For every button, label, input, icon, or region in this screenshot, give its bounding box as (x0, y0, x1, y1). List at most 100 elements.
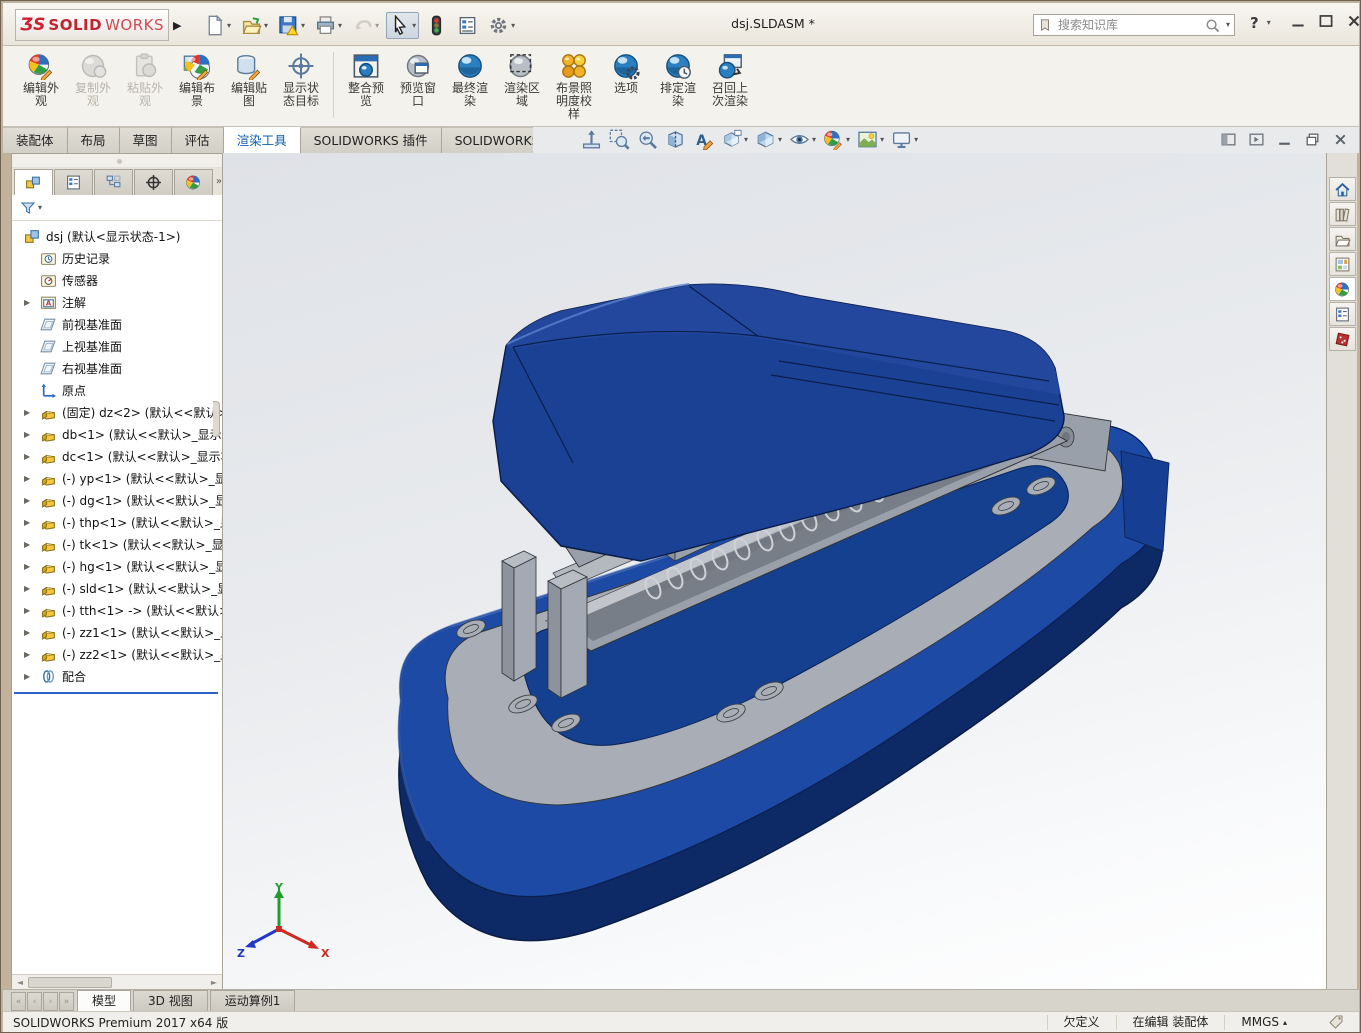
panel-horizontal-scrollbar[interactable]: ◄ ► (12, 974, 222, 990)
appearances-tab[interactable] (1329, 277, 1356, 301)
expander-icon[interactable]: ▶ (24, 518, 40, 527)
expander-icon[interactable]: ▶ (24, 628, 40, 637)
undo-button[interactable]: ▾ (349, 12, 382, 39)
pt-dimxpert-tab[interactable] (134, 169, 173, 195)
help-menu[interactable]: ? ▾ (1246, 14, 1271, 32)
print-button[interactable]: ▾ (312, 12, 345, 39)
undo-caret-icon[interactable]: ▾ (375, 22, 379, 30)
expander-icon[interactable]: ▶ (24, 584, 40, 593)
gear-caret-icon[interactable]: ▾ (511, 22, 515, 30)
expander-icon[interactable]: ▶ (24, 496, 40, 505)
pt-props-tab[interactable] (54, 169, 93, 195)
tree-item[interactable]: ▶(-) zz1<1> (默认<<默认>_显示状态-1>) (12, 621, 222, 643)
maximize-button[interactable] (1317, 12, 1335, 30)
search-icon[interactable] (1205, 18, 1220, 33)
tree-item[interactable]: 前视基准面 (12, 313, 222, 335)
help-icon[interactable]: ? (1246, 14, 1263, 32)
expander-icon[interactable]: ▶ (24, 408, 40, 417)
pt-display-tab[interactable] (174, 169, 213, 195)
tree-item[interactable]: ▶(固定) dz<2> (默认<<默认>_显示状态-1>) (12, 401, 222, 423)
panel-splitter-handle[interactable] (213, 401, 220, 437)
prop-list-button[interactable] (454, 12, 481, 39)
open-folder-caret-icon[interactable]: ▾ (264, 22, 268, 30)
tree-item[interactable]: 历史记录 (12, 247, 222, 269)
doc-tab-nav-1[interactable]: ‹ (27, 992, 42, 1011)
tab-渲染工具[interactable]: 渲染工具 (224, 127, 301, 153)
tree-item[interactable]: ▶db<1> (默认<<默认>_显示状态-1>) (12, 423, 222, 445)
illumination-proof-button[interactable]: 布景照明度校样 (548, 50, 600, 124)
pane-expand-button[interactable] (1248, 131, 1265, 148)
tree-item[interactable]: ▶(-) sld<1> (默认<<默认>_显示状态-1>) (12, 577, 222, 599)
zoom-fit-button[interactable] (581, 129, 602, 150)
final-render-button[interactable]: 最终渲染 (444, 50, 496, 124)
expander-icon[interactable]: ▶ (24, 452, 40, 461)
help-caret-icon[interactable]: ▾ (1267, 19, 1271, 27)
display-target-button[interactable]: 显示状态目标 (275, 50, 327, 124)
expander-icon[interactable]: ▶ (24, 650, 40, 659)
forum-tab[interactable] (1329, 327, 1356, 351)
select-cursor-caret-icon[interactable]: ▾ (412, 22, 416, 30)
tree-item[interactable]: ▶配合 (12, 665, 222, 687)
edit-appearance-hud-button[interactable]: ▾ (823, 129, 850, 150)
pt-config-tab[interactable] (94, 169, 133, 195)
edit-appearance-hud-caret-icon[interactable]: ▾ (846, 136, 850, 144)
tree-item[interactable]: 上视基准面 (12, 335, 222, 357)
edit-decal-button[interactable]: 编辑贴图 (223, 50, 275, 124)
hide-show-caret-icon[interactable]: ▾ (812, 136, 816, 144)
doc-tab-nav-2[interactable]: › (43, 992, 58, 1011)
doc-restore-button[interactable] (1304, 131, 1321, 148)
view-orientation-caret-icon[interactable]: ▾ (744, 136, 748, 144)
recall-render-button[interactable]: 召回上次渲染 (704, 50, 756, 124)
graphics-viewport[interactable]: Y X Z (223, 153, 1326, 991)
edit-appearance-button[interactable]: 编辑外观 (15, 50, 67, 124)
apply-scene-button[interactable]: ▾ (857, 129, 884, 150)
tree-item[interactable]: ▶(-) dg<1> (默认<<默认>_显示状态-1>) (12, 489, 222, 511)
tab-装配体[interactable]: 装配体 (3, 127, 68, 153)
tree-item[interactable]: ▶(-) tth<1> -> (默认<<默认>_显示状态-1>) (12, 599, 222, 621)
pane-split-button[interactable] (1220, 131, 1237, 148)
design-library-tab[interactable] (1329, 202, 1356, 226)
view-settings-button[interactable]: ▾ (891, 129, 918, 150)
tab-草图[interactable]: 草图 (120, 127, 172, 153)
display-style-caret-icon[interactable]: ▾ (778, 136, 782, 144)
annotation-view-button[interactable]: A (693, 129, 714, 150)
integrated-preview-button[interactable]: 整合预览 (340, 50, 392, 124)
doc-tab-模型[interactable]: 模型 (77, 990, 131, 1011)
new-file-button[interactable]: ▾ (201, 12, 234, 39)
render-region-button[interactable]: 渲染区域 (496, 50, 548, 124)
display-style-button[interactable]: ▾ (755, 129, 782, 150)
tree-item[interactable]: ▶(-) zz2<1> (默认<<默认>_显示状态-1>) (12, 643, 222, 665)
expander-icon[interactable]: ▶ (24, 540, 40, 549)
menu-expander-arrow[interactable]: ▶ (173, 15, 187, 35)
view-palette-tab[interactable] (1329, 252, 1356, 276)
pt-feature-tab[interactable] (14, 169, 53, 195)
stapler-model[interactable] (223, 153, 1326, 991)
expander-icon[interactable]: ▶ (24, 562, 40, 571)
status-item[interactable]: MMGS▴ (1224, 1015, 1303, 1030)
tree-item[interactable]: 传感器 (12, 269, 222, 291)
expander-icon[interactable]: ▶ (24, 474, 40, 483)
panel-tab-overflow[interactable]: » (216, 176, 222, 187)
minimize-button[interactable] (1289, 12, 1307, 30)
doc-close-button[interactable] (1332, 131, 1349, 148)
hide-show-button[interactable]: ▾ (789, 129, 816, 150)
search-caret-icon[interactable]: ▾ (1226, 21, 1230, 29)
tab-SOLIDWORKS 插件[interactable]: SOLIDWORKS 插件 (301, 127, 442, 153)
view-orientation-button[interactable]: ▾ (721, 129, 748, 150)
new-file-caret-icon[interactable]: ▾ (227, 22, 231, 30)
open-folder-button[interactable]: ▾ (238, 12, 271, 39)
gear-button[interactable]: ▾ (485, 12, 518, 39)
tree-filter-row[interactable]: ▾ (12, 195, 222, 221)
tree-item[interactable]: dsj (默认<显示状态-1>) (12, 225, 222, 247)
preview-window-button[interactable]: 预览窗口 (392, 50, 444, 124)
knowledge-search[interactable]: ▾ (1033, 14, 1235, 36)
tree-item[interactable]: ▶(-) thp<1> (默认<<默认>_显示状态-1>) (12, 511, 222, 533)
search-input[interactable] (1056, 17, 1201, 33)
doc-tab-nav-0[interactable]: « (11, 992, 26, 1011)
zoom-area-button[interactable] (609, 129, 630, 150)
doc-tab-nav-3[interactable]: » (59, 992, 74, 1011)
filter-caret-icon[interactable]: ▾ (38, 204, 42, 212)
close-button[interactable] (1345, 12, 1361, 30)
tree-item[interactable]: ▶A注解 (12, 291, 222, 313)
tree-item[interactable]: ▶(-) yp<1> (默认<<默认>_显示状态-1>) (12, 467, 222, 489)
